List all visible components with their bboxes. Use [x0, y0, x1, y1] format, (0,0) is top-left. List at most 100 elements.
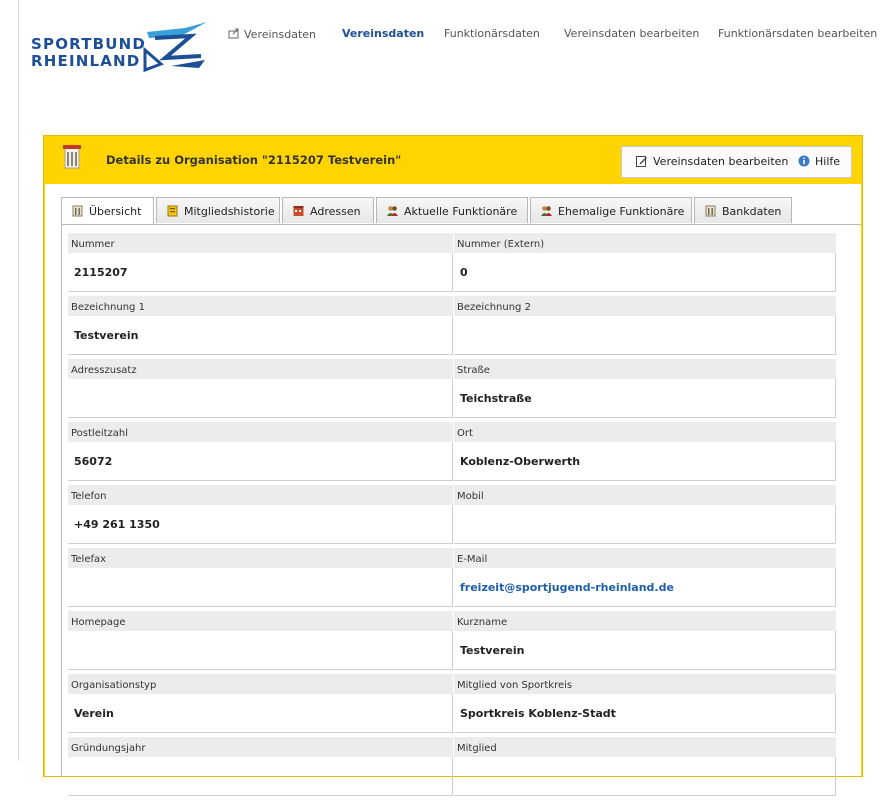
field-label: Nummer [68, 233, 453, 253]
people-icon [387, 206, 398, 216]
tab-label: Bankdaten [722, 205, 782, 218]
field-label: Ort [454, 422, 836, 442]
field-value [68, 379, 453, 418]
field-label: Straße [454, 359, 836, 379]
field-gruendungsjahr: Gründungsjahr [68, 737, 453, 800]
field-label: Gründungsjahr [68, 737, 453, 757]
nav-label: Vereinsdaten bearbeiten [564, 27, 700, 40]
field-mobil: Mobil [454, 485, 836, 548]
header-button-group: Vereinsdaten bearbeiten Hilfe [621, 146, 852, 178]
field-bezeichnung-1: Bezeichnung 1 Testverein [68, 296, 453, 359]
field-value: Teichstraße [454, 379, 836, 418]
help-button[interactable]: Hilfe [798, 155, 840, 168]
tab-adressen[interactable]: Adressen [282, 197, 374, 223]
nav-label: Funktionärsdaten [444, 27, 540, 40]
edit-vereinsdaten-button[interactable]: Vereinsdaten bearbeiten [636, 155, 788, 168]
field-value [454, 316, 836, 355]
tab-bankdaten[interactable]: Bankdaten [694, 197, 792, 223]
field-mitglied-von-sportkreis: Mitglied von Sportkreis Sportkreis Koblen… [454, 674, 836, 737]
field-label: Mitglied von Sportkreis [454, 674, 836, 694]
history-icon [167, 205, 178, 217]
people-icon [541, 206, 552, 216]
addresses-icon [293, 206, 304, 216]
page-frame-border [18, 0, 19, 761]
field-value: Testverein [454, 631, 836, 670]
nav-label: Funktionärsdaten bearbeiten [718, 27, 878, 40]
field-label: Bezeichnung 1 [68, 296, 453, 316]
field-value: +49 261 1350 [68, 505, 453, 544]
tab-label: Ehemalige Funktionäre [558, 205, 685, 218]
field-kurzname: Kurzname Testverein [454, 611, 836, 674]
nav-vereinsdaten-bearbeiten[interactable]: Vereinsdaten bearbeiten [564, 27, 699, 40]
field-label: Organisationstyp [68, 674, 453, 694]
tab-label: Mitgliedshistorie [184, 205, 275, 218]
fields-right-column: Nummer (Extern) 0 Bezeichnung 2 Straße Tei… [454, 233, 836, 800]
edit-icon [636, 156, 647, 167]
tab-mitgliedshistorie[interactable]: Mitgliedshistorie [156, 197, 280, 223]
field-value: Verein [68, 694, 453, 733]
field-nummer: Nummer 2115207 [68, 233, 453, 296]
logo-text-line2: RHEINLAND [31, 52, 141, 70]
tab-ehemalige-funktionaere[interactable]: Ehemalige Funktionäre [530, 197, 692, 223]
field-value [68, 568, 453, 607]
field-bezeichnung-2: Bezeichnung 2 [454, 296, 836, 359]
tab-label: Adressen [310, 205, 361, 218]
field-value: 0 [454, 253, 836, 292]
field-label: Mitglied [454, 737, 836, 757]
help-button-label: Hilfe [815, 155, 841, 168]
building-icon [72, 205, 83, 217]
field-postleitzahl: Postleitzahl 56072 [68, 422, 453, 485]
nav-vereinsdaten[interactable]: Vereinsdaten [342, 27, 424, 40]
building-icon [705, 205, 716, 217]
organisation-building-icon [63, 145, 81, 169]
field-label: Nummer (Extern) [454, 233, 836, 253]
uebersicht-tab-content: Nummer 2115207 Bezeichnung 1 Testverein Ad… [61, 224, 861, 796]
field-label: Homepage [68, 611, 453, 631]
details-panel: Details zu Organisation "2115207 Testver… [43, 135, 863, 796]
tab-label: Übersicht [89, 205, 142, 218]
field-label: Kurzname [454, 611, 836, 631]
nav-vereinsdaten-export[interactable]: Vereinsdaten [228, 27, 316, 41]
tab-aktuelle-funktionaere[interactable]: Aktuelle Funktionäre [376, 197, 528, 223]
field-value: Testverein [68, 316, 453, 355]
field-label: E-Mail [454, 548, 836, 568]
tab-label: Aktuelle Funktionäre [404, 205, 518, 218]
tab-uebersicht[interactable]: Übersicht [61, 197, 154, 225]
panel-title: Details zu Organisation "2115207 Testver… [106, 153, 402, 167]
field-value: 56072 [68, 442, 453, 481]
nav-label: Vereinsdaten [244, 28, 317, 41]
logo-text-line1: SPORTBUND [31, 35, 147, 53]
field-label: Bezeichnung 2 [454, 296, 836, 316]
nav-funktionaersdaten-bearbeiten[interactable]: Funktionärsdaten bearbeiten [718, 27, 877, 40]
edit-button-label: Vereinsdaten bearbeiten [653, 155, 789, 168]
field-telefon: Telefon +49 261 1350 [68, 485, 453, 548]
info-icon [798, 155, 810, 167]
nav-label: Vereinsdaten [342, 27, 425, 40]
field-value [454, 757, 836, 796]
fields-left-column: Nummer 2115207 Bezeichnung 1 Testverein Ad… [68, 233, 453, 800]
email-link[interactable]: freizeit@sportjugend-rheinland.de [454, 568, 836, 607]
field-label: Mobil [454, 485, 836, 505]
panel-header: Details zu Organisation "2115207 Testver… [44, 136, 862, 184]
field-label: Telefon [68, 485, 453, 505]
field-label: Adresszusatz [68, 359, 453, 379]
field-value: Koblenz-Oberwerth [454, 442, 836, 481]
field-value [68, 631, 453, 670]
panel-body: Übersicht Mitgliedshistorie Adressen Akt… [45, 184, 861, 796]
field-nummer-extern: Nummer (Extern) 0 [454, 233, 836, 296]
field-label: Telefax [68, 548, 453, 568]
logo-emblem-icon [143, 22, 207, 72]
field-telefax: Telefax [68, 548, 453, 611]
nav-funktionaersdaten[interactable]: Funktionärsdaten [444, 27, 540, 40]
field-value [454, 505, 836, 544]
sportbund-logo[interactable]: SPORTBUND RHEINLAND [31, 20, 211, 72]
field-organisationstyp: Organisationstyp Verein [68, 674, 453, 737]
field-label: Postleitzahl [68, 422, 453, 442]
field-mitglied: Mitglied [454, 737, 836, 800]
field-strasse: Straße Teichstraße [454, 359, 836, 422]
field-value [68, 757, 453, 796]
field-homepage: Homepage [68, 611, 453, 674]
field-ort: Ort Koblenz-Oberwerth [454, 422, 836, 485]
share-icon [228, 28, 239, 39]
field-email: E-Mail freizeit@sportjugend-rheinland.de [454, 548, 836, 611]
